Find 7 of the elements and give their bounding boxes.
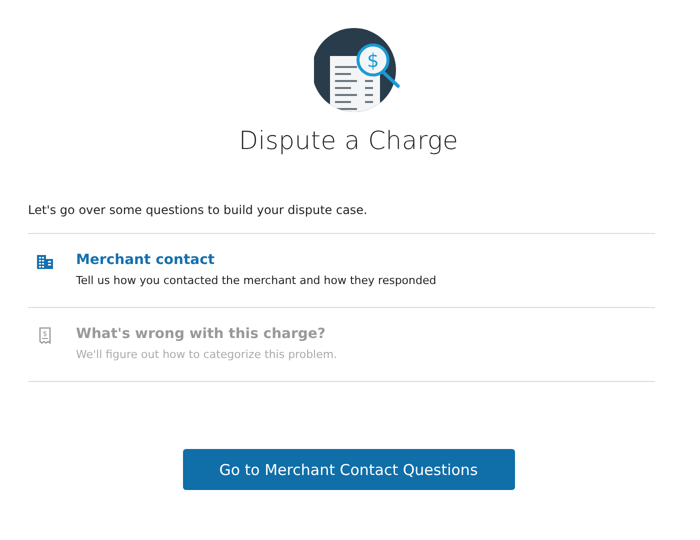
intro-text: Let's go over some questions to build your dispute case. — [28, 203, 368, 217]
step-description: We'll figure out how to categorize this problem. — [76, 348, 338, 361]
step-title: What's wrong with this charge? — [76, 326, 327, 342]
page-title: Dispute a Charge — [238, 126, 460, 155]
continue-button[interactable]: Go to Merchant Contact Questions — [182, 449, 514, 490]
step-title[interactable]: Merchant contact — [76, 252, 436, 268]
step-description: Tell us how you contacted the merchant and how they responded — [76, 274, 436, 287]
